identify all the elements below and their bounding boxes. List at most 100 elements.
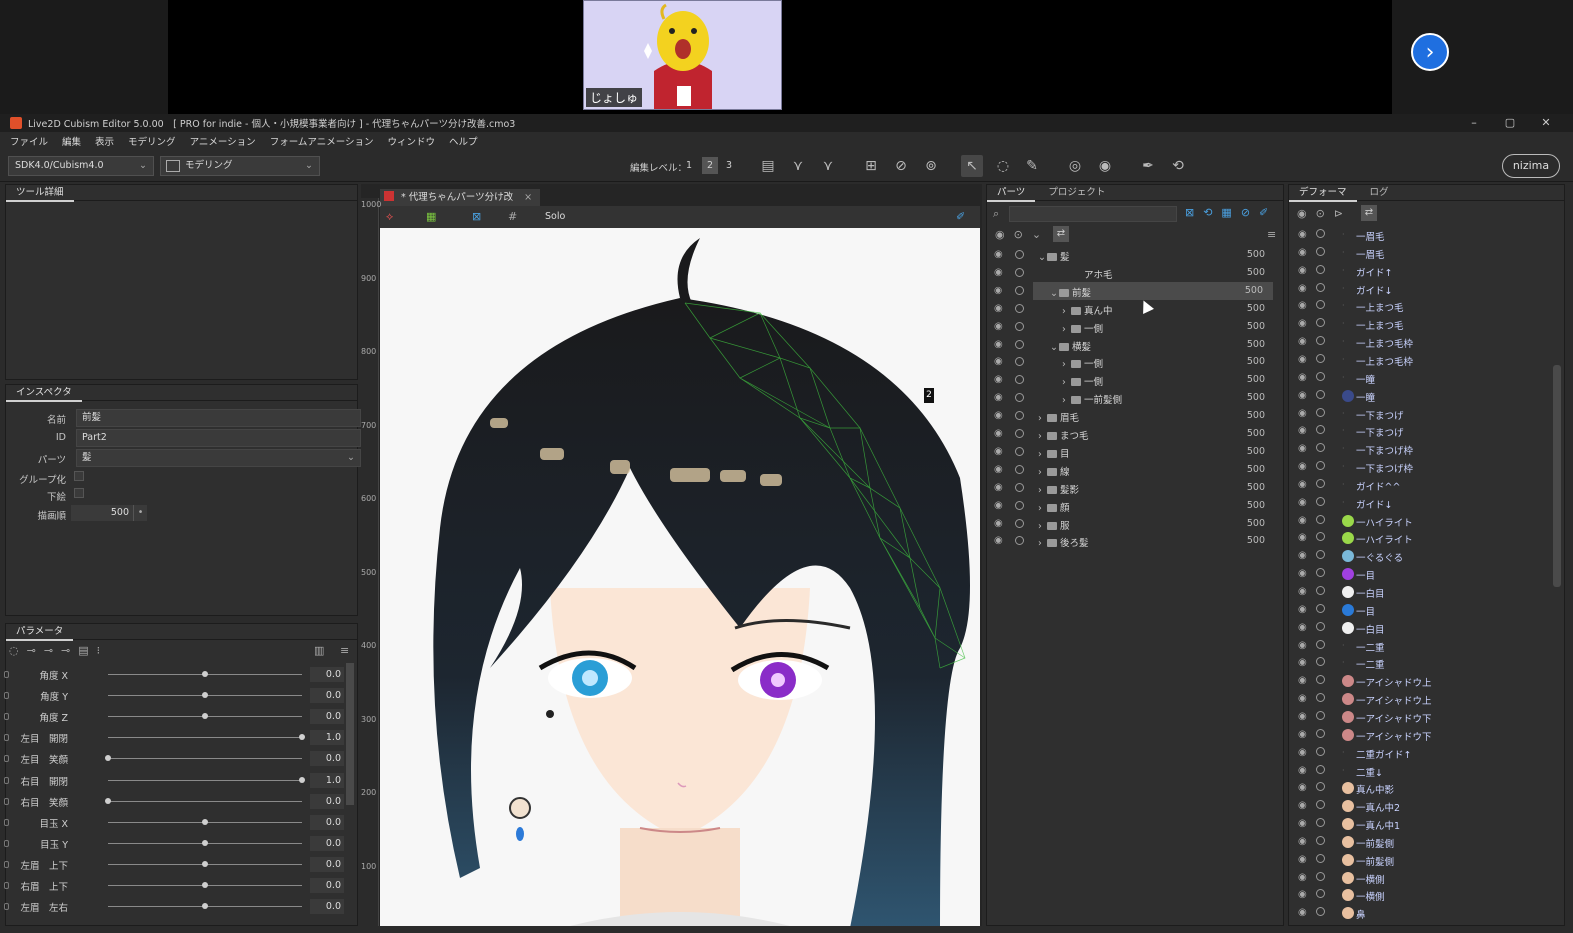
eye-icon[interactable]: ◉ bbox=[994, 267, 1003, 278]
parameter-row[interactable]: 角度 Z 0.0 bbox=[4, 706, 346, 727]
swap-icon[interactable]: ⇄ bbox=[1053, 226, 1069, 242]
parameter-slider-knob[interactable] bbox=[202, 860, 208, 867]
parameter-slider-knob[interactable] bbox=[105, 797, 111, 804]
lock-toggle[interactable] bbox=[1015, 393, 1024, 403]
lock-toggle[interactable] bbox=[1316, 693, 1325, 703]
parts-filter-icons[interactable]: ⊠⟲▦⊘✐ bbox=[1185, 206, 1277, 219]
chevron-right-icon[interactable]: › bbox=[1062, 395, 1071, 406]
parameter-slider[interactable] bbox=[108, 737, 302, 739]
deformer-row[interactable]: ◉ 一ハイライト bbox=[1290, 512, 1560, 530]
deformer-row[interactable]: ◉ · ガイド↑ bbox=[1290, 262, 1560, 280]
chevron-right-icon[interactable]: › bbox=[1038, 413, 1047, 424]
deformer-scrollbar[interactable] bbox=[1553, 365, 1561, 587]
deformer-row[interactable]: ◉ 一白目 bbox=[1290, 583, 1560, 601]
tab-log[interactable]: ログ bbox=[1360, 185, 1399, 200]
mesh-edit-icon[interactable]: ⊞ bbox=[860, 155, 882, 177]
eye-icon[interactable]: ◉ bbox=[1298, 782, 1307, 793]
eye-icon[interactable]: ◉ bbox=[994, 464, 1003, 475]
eye-icon[interactable]: ◉ bbox=[1298, 604, 1307, 615]
tab-parts[interactable]: パーツ bbox=[987, 185, 1036, 202]
lock-toggle[interactable] bbox=[1316, 621, 1325, 631]
lock-toggle[interactable] bbox=[1316, 800, 1325, 810]
deformer-row[interactable]: ◉ · 一上まつ毛枠 bbox=[1290, 333, 1560, 351]
eye-icon[interactable]: ◉ bbox=[1298, 889, 1307, 900]
lock-toggle[interactable] bbox=[1316, 478, 1325, 488]
eye-icon[interactable]: ◉ bbox=[994, 500, 1003, 511]
eye-icon[interactable]: ◉ bbox=[1298, 675, 1307, 686]
chevron-right-icon[interactable]: › bbox=[1038, 449, 1047, 460]
parts-tree-row[interactable]: ◉ › 一側 500 bbox=[990, 371, 1275, 389]
lock-toggle[interactable] bbox=[1316, 746, 1325, 756]
parameter-value-field[interactable]: 0.0 bbox=[310, 793, 344, 809]
eye-icon[interactable]: ◉ bbox=[994, 356, 1003, 367]
parameter-slider-knob[interactable] bbox=[299, 734, 305, 741]
lock-toggle[interactable] bbox=[1015, 411, 1024, 421]
eye-icon[interactable]: ◉ bbox=[994, 303, 1003, 314]
parts-tree-row[interactable]: ◉ アホ毛 500 bbox=[990, 264, 1275, 282]
eye-icon[interactable]: ◉ bbox=[1298, 747, 1307, 758]
parameter-slider-knob[interactable] bbox=[202, 671, 208, 677]
deformer-row[interactable]: ◉ · 一上まつ毛 bbox=[1290, 315, 1560, 333]
deformer-row[interactable]: ◉ 真ん中影 bbox=[1290, 779, 1560, 797]
lock-toggle[interactable] bbox=[1015, 375, 1024, 385]
eye-icon[interactable]: ◉ bbox=[1298, 336, 1307, 347]
parameter-row[interactable]: 目玉 Y 0.0 bbox=[4, 833, 346, 854]
deformer-row[interactable]: ◉ 鼻 bbox=[1290, 904, 1560, 922]
lock-toggle[interactable] bbox=[1015, 285, 1024, 295]
lock-toggle[interactable] bbox=[1316, 675, 1325, 685]
lock-toggle[interactable] bbox=[1015, 321, 1024, 331]
chevron-right-icon[interactable]: › bbox=[1062, 359, 1071, 370]
hamburger-menu-icon[interactable]: ≡ bbox=[340, 644, 349, 657]
parameter-value-field[interactable]: 0.0 bbox=[310, 814, 344, 830]
glue-icon[interactable]: ⊘ bbox=[890, 155, 912, 177]
swap-icon[interactable]: ⇄ bbox=[1361, 205, 1377, 221]
tab-inspector[interactable]: インスペクタ bbox=[6, 385, 82, 402]
minimize-button[interactable]: – bbox=[1456, 114, 1492, 132]
lock-toggle[interactable] bbox=[1015, 429, 1024, 438]
texture-atlas-icon[interactable]: ▤ bbox=[757, 155, 779, 177]
parameter-slider-knob[interactable] bbox=[105, 755, 111, 762]
menu-modeling[interactable]: モデリング bbox=[128, 134, 176, 148]
lock-toggle[interactable] bbox=[1316, 818, 1325, 828]
lock-toggle[interactable] bbox=[1316, 318, 1325, 328]
lock-toggle[interactable] bbox=[1316, 835, 1325, 845]
parameter-row[interactable]: 右目 開閉 1.0 bbox=[4, 770, 346, 791]
part-select[interactable]: 髪 ⌄ bbox=[76, 449, 361, 467]
link-icon[interactable]: ⟲ bbox=[1167, 155, 1189, 177]
parameter-scrollbar[interactable] bbox=[346, 663, 354, 805]
edit-level-1[interactable]: 1 bbox=[686, 160, 692, 171]
lock-toggle[interactable] bbox=[1316, 586, 1325, 595]
parts-tree-row[interactable]: ◉ › 一側 500 bbox=[990, 353, 1275, 371]
parts-tree-row[interactable]: ◉ › 真ん中 500 bbox=[990, 300, 1275, 318]
eye-icon[interactable]: ◉ bbox=[1298, 729, 1307, 740]
eye-icon[interactable]: ◉ bbox=[1298, 711, 1307, 722]
parts-tree-row[interactable]: ⌄ 前髪 500 ◉ bbox=[994, 281, 1273, 300]
eye-icon[interactable]: ◉ bbox=[1298, 300, 1307, 311]
group-checkbox[interactable] bbox=[74, 471, 84, 481]
chevron-down-icon[interactable]: ⌄ bbox=[1038, 252, 1047, 263]
chevron-right-icon[interactable]: › bbox=[1038, 538, 1047, 549]
eye-icon[interactable]: ◉ bbox=[994, 321, 1003, 332]
parts-tree-row[interactable]: ◉ › 顔 500 bbox=[990, 497, 1275, 515]
sdk-select[interactable]: SDK4.0/Cubism4.0 ⌄ bbox=[8, 156, 154, 176]
eye-icon[interactable]: ◉ bbox=[994, 518, 1003, 529]
lock-toggle[interactable] bbox=[1316, 657, 1325, 667]
eye-icon[interactable]: ◉ bbox=[1298, 622, 1307, 633]
parameter-value-field[interactable]: 0.0 bbox=[310, 667, 344, 682]
eye-icon[interactable]: ◉ bbox=[994, 446, 1003, 457]
eye-icon[interactable]: ◉ bbox=[994, 428, 1003, 439]
parts-tree-row[interactable]: ◉ › 一側 500 bbox=[990, 318, 1275, 336]
parameter-value-field[interactable]: 0.0 bbox=[310, 856, 344, 872]
eye-icon[interactable]: ◉ bbox=[994, 249, 1003, 260]
id-field[interactable]: Part2 bbox=[76, 429, 361, 447]
parts-tree-row[interactable]: ◉ ⌄ 横髪 500 bbox=[990, 336, 1275, 354]
tab-deformer[interactable]: デフォーマ bbox=[1289, 185, 1357, 202]
parts-tree-row[interactable]: ◉ › 眉毛 500 bbox=[990, 407, 1275, 425]
parameter-row[interactable]: 左目 笑顔 0.0 bbox=[4, 748, 346, 769]
deformer-row[interactable]: ◉ 一目 bbox=[1290, 565, 1560, 583]
lock-toggle[interactable] bbox=[1015, 250, 1024, 259]
eye-icon[interactable]: ◉ bbox=[1298, 461, 1307, 472]
lock-toggle[interactable] bbox=[1015, 446, 1024, 456]
lock-toggle[interactable] bbox=[1015, 267, 1024, 277]
eye-icon[interactable]: ◉ bbox=[994, 339, 1003, 350]
